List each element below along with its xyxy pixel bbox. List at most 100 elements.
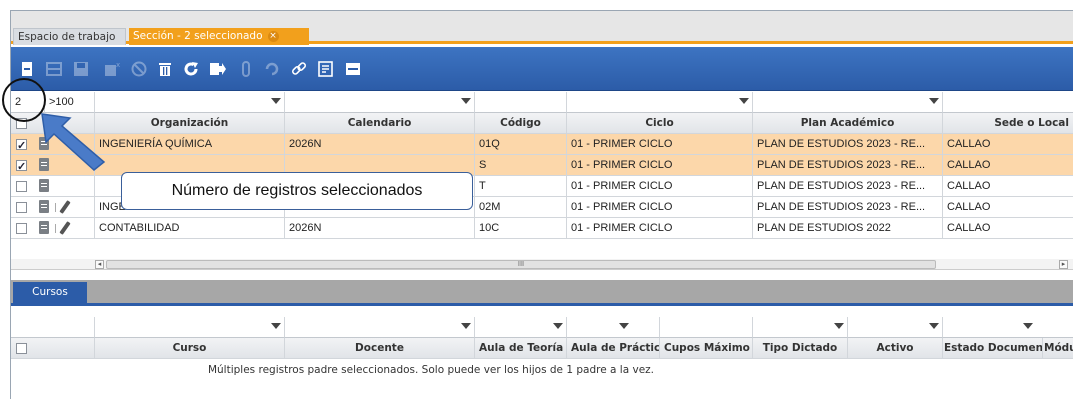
dropdown-arrow-icon[interactable] [1023, 323, 1033, 329]
col-header-modulo[interactable]: Módu [1043, 338, 1073, 359]
tab-cursos[interactable]: Cursos [13, 282, 87, 303]
dropdown-arrow-icon[interactable] [461, 98, 471, 104]
dropdown-arrow-icon[interactable] [461, 323, 471, 329]
filter-cupos[interactable] [660, 317, 753, 338]
filter-docente[interactable] [285, 317, 475, 338]
cell-plan: PLAN DE ESTUDIOS 2023 - RE... [753, 134, 943, 155]
dropdown-arrow-icon[interactable] [834, 323, 844, 329]
col-header-aula-practica[interactable]: Aula de Práctica [567, 338, 660, 359]
filter-curso[interactable] [95, 317, 285, 338]
col-header-docente[interactable]: Docente [285, 338, 475, 359]
horizontal-scrollbar[interactable]: ◂ III ▸ [11, 259, 1073, 270]
filter-estado[interactable] [943, 317, 1073, 338]
link-icon[interactable] [286, 56, 312, 82]
document-icon[interactable] [39, 221, 49, 234]
row-checkbox[interactable] [16, 223, 27, 234]
col-header-calendario[interactable]: Calendario [285, 113, 475, 134]
filter-activo[interactable] [848, 317, 943, 338]
tab-section-label: Sección - 2 seleccionado [133, 30, 263, 42]
col-header-tipo-dictado[interactable]: Tipo Dictado [753, 338, 848, 359]
export-icon[interactable] [204, 56, 230, 82]
dropdown-arrow-icon[interactable] [929, 323, 939, 329]
col-header-activo[interactable]: Activo [848, 338, 943, 359]
dropdown-arrow-icon[interactable] [271, 98, 281, 104]
col-header-curso[interactable]: Curso [95, 338, 285, 359]
child-tab-strip: Cursos [11, 280, 1073, 306]
table-row[interactable]: CONTABILIDAD 2026N 10C 01 - PRIMER CICLO… [11, 218, 1073, 239]
child-filter-row [11, 317, 1073, 338]
child-select-all-checkbox[interactable] [16, 343, 27, 354]
document-icon[interactable] [39, 179, 49, 192]
filter-ciclo[interactable] [567, 92, 753, 113]
row-checkbox[interactable] [16, 136, 27, 154]
cell-plan: PLAN DE ESTUDIOS 2023 - RE... [753, 197, 943, 218]
row-checkbox[interactable] [16, 202, 27, 213]
cell-plan: PLAN DE ESTUDIOS 2022 [753, 218, 943, 239]
filter-codigo[interactable] [475, 92, 567, 113]
row-checkbox[interactable] [16, 181, 27, 192]
cell-calendario: 2026N [285, 134, 475, 155]
save-icon[interactable] [68, 56, 94, 82]
col-header-organizacion[interactable]: Organización [95, 113, 285, 134]
col-header-plan[interactable]: Plan Académico [753, 113, 943, 134]
col-header-codigo[interactable]: Código [475, 113, 567, 134]
dropdown-arrow-icon[interactable] [553, 323, 563, 329]
tab-workspace[interactable]: Espacio de trabajo [13, 28, 126, 45]
table-row[interactable]: INGENIERÍA QUÍMICA 2026N 01Q 01 - PRIMER… [11, 134, 1073, 155]
cell-ciclo: 01 - PRIMER CICLO [567, 176, 753, 197]
cell-ciclo: 01 - PRIMER CICLO [567, 134, 753, 155]
total-count: >100 [49, 96, 74, 108]
total-count-cell: >100 [45, 92, 95, 113]
filter-organizacion[interactable] [95, 92, 285, 113]
tab-section[interactable]: Sección - 2 seleccionado × [129, 28, 309, 45]
col-header-ciclo[interactable]: Ciclo [567, 113, 753, 134]
scroll-thumb[interactable]: III [106, 260, 936, 269]
cell-organizacion: INGENIERÍA QUÍMICA [95, 134, 285, 155]
col-header-cupos[interactable]: Cupos Máximo [660, 338, 753, 359]
dropdown-arrow-icon[interactable] [739, 98, 749, 104]
row-actions [11, 197, 95, 218]
row-checkbox[interactable] [16, 157, 27, 175]
refresh-icon[interactable] [178, 56, 204, 82]
scroll-left-arrow-icon[interactable]: ◂ [95, 260, 104, 269]
cell-sede: CALLAO [943, 134, 1073, 155]
cell-codigo: T [475, 176, 567, 197]
filter-tipo-dictado[interactable] [753, 317, 848, 338]
window-icon[interactable] [340, 56, 366, 82]
history-icon[interactable] [259, 56, 285, 82]
filter-aula-practica[interactable] [567, 317, 660, 338]
cell-codigo: 01Q [475, 134, 567, 155]
dropdown-arrow-icon[interactable] [929, 98, 939, 104]
cell-organizacion: CONTABILIDAD [95, 218, 285, 239]
separator [55, 203, 56, 212]
filter-plan[interactable] [753, 92, 943, 113]
header-row: Organización Calendario Código Ciclo Pla… [11, 113, 1073, 134]
col-header-aula-teoria[interactable]: Aula de Teoría [475, 338, 567, 359]
filter-aula-teoria[interactable] [475, 317, 567, 338]
col-header-sede[interactable]: Sede o Local [943, 113, 1073, 134]
trash-icon[interactable] [152, 56, 178, 82]
row-actions [11, 176, 95, 197]
filter-sede[interactable] [943, 92, 1073, 113]
cell-ciclo: 01 - PRIMER CICLO [567, 218, 753, 239]
scroll-right-arrow-icon[interactable]: ▸ [1059, 260, 1068, 269]
cell-plan: PLAN DE ESTUDIOS 2023 - RE... [753, 176, 943, 197]
cancel-icon[interactable] [126, 56, 152, 82]
dropdown-arrow-icon[interactable] [619, 323, 629, 329]
attach-icon[interactable] [233, 56, 259, 82]
cell-sede: CALLAO [943, 155, 1073, 176]
document-icon[interactable] [39, 200, 49, 213]
pointer-arrow-icon [41, 113, 106, 171]
filter-calendario[interactable] [285, 92, 475, 113]
tab-workspace-label: Espacio de trabajo [18, 31, 116, 43]
col-header-estado[interactable]: Estado Documento [943, 338, 1043, 359]
delete-record-icon[interactable]: x [99, 56, 125, 82]
edit-pencil-icon[interactable] [59, 200, 71, 214]
close-tab-icon[interactable]: × [267, 30, 279, 42]
grid-icon[interactable] [41, 56, 67, 82]
dropdown-arrow-icon[interactable] [271, 323, 281, 329]
edit-pencil-icon[interactable] [59, 221, 71, 235]
checklist-icon[interactable] [313, 56, 339, 82]
annotation-callout: Número de registros seleccionados [121, 172, 473, 210]
cell-sede: CALLAO [943, 176, 1073, 197]
